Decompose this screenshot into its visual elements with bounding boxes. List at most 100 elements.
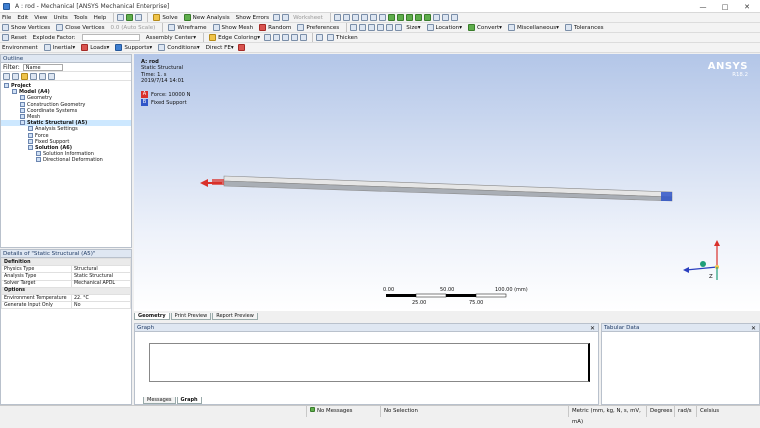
details-row[interactable]: Physics Type Structural	[1, 265, 131, 274]
select-point-icon[interactable]	[359, 24, 367, 31]
graphics-viewport[interactable]: A: rod Static Structural Time: 1. s 2019…	[134, 54, 760, 311]
supports-dropdown[interactable]: Supports ▾	[113, 43, 154, 52]
outline-item-icon[interactable]	[30, 72, 37, 80]
details-property-value[interactable]: No	[71, 301, 131, 310]
tab-report-preview[interactable]: Report Preview	[212, 313, 258, 320]
explode-factor-slider[interactable]	[81, 34, 140, 41]
edge-coloring-dropdown[interactable]: Edge Coloring ▾	[207, 33, 262, 42]
zoom-icon[interactable]	[360, 14, 368, 21]
details-row[interactable]: Generate Input Only No	[1, 301, 131, 310]
tabular-close-icon[interactable]: ✕	[751, 325, 756, 332]
new-analysis-button[interactable]: New Analysis	[182, 13, 232, 22]
expand-all-icon[interactable]	[3, 72, 10, 80]
layout-icon[interactable]	[450, 14, 458, 21]
thicken-button[interactable]: Thicken	[325, 33, 360, 42]
edge-thin-icon[interactable]	[291, 34, 299, 41]
worksheet-button[interactable]: Worksheet	[291, 13, 325, 22]
select-body-icon[interactable]	[395, 24, 403, 31]
pointer-icon[interactable]	[333, 14, 341, 21]
tolerances-button[interactable]: Tolerances	[563, 23, 606, 32]
solve-button[interactable]: Solve	[151, 13, 179, 22]
menu-file[interactable]: File	[0, 13, 13, 22]
status-units[interactable]: Metric (mm, kg, N, s, mV, mA)	[568, 406, 646, 425]
open-icon[interactable]	[117, 14, 125, 21]
commands-icon[interactable]	[237, 44, 245, 51]
show-vertices-button[interactable]: Show Vertices	[0, 23, 52, 32]
menu-view[interactable]: View	[32, 13, 49, 22]
minimize-button[interactable]: —	[692, 0, 714, 13]
front-view-icon[interactable]	[396, 14, 404, 21]
details-property-value[interactable]: Structural	[71, 265, 131, 274]
select-vertex-icon[interactable]	[368, 24, 376, 31]
details-row[interactable]: Analysis Type Static Structural	[1, 272, 131, 281]
size-dropdown[interactable]: Size ▾	[404, 23, 422, 32]
probe-icon[interactable]	[316, 34, 324, 41]
bottom-view-icon[interactable]	[423, 14, 431, 21]
details-row[interactable]: Solver Target Mechanical APDL	[1, 279, 131, 288]
miscellaneous-dropdown[interactable]: Miscellaneous ▾	[506, 23, 561, 32]
edge-hidden-icon[interactable]	[300, 34, 308, 41]
edge-thick-icon[interactable]	[282, 34, 290, 41]
tab-messages[interactable]: Messages	[143, 397, 176, 404]
reset-button[interactable]: Reset	[0, 33, 29, 42]
menu-help[interactable]: Help	[92, 13, 109, 22]
graph-icon[interactable]	[273, 14, 281, 21]
maximize-button[interactable]: □	[714, 0, 736, 13]
menu-units[interactable]: Units	[52, 13, 70, 22]
details-property-value[interactable]: Static Structural	[71, 272, 131, 281]
outline-filter-icon[interactable]	[39, 72, 46, 80]
wireframe-button[interactable]: Wireframe	[166, 23, 208, 32]
menu-edit[interactable]: Edit	[15, 13, 30, 22]
top-view-icon[interactable]	[405, 14, 413, 21]
filter-dropdown[interactable]: Name	[22, 63, 63, 71]
tree-item-label: Fixed Support	[35, 138, 70, 145]
status-temperature-unit[interactable]: Celsius	[696, 406, 760, 417]
details-property-value[interactable]: Mechanical APDL	[71, 279, 131, 288]
table-icon[interactable]	[282, 14, 290, 21]
convert-dropdown[interactable]: Convert ▾	[466, 23, 504, 32]
status-rate-unit[interactable]: rad/s	[674, 406, 696, 417]
details-row[interactable]: Environment Temperature 22. °C	[1, 293, 131, 303]
edge-style-icon[interactable]	[264, 34, 272, 41]
iso-view-icon[interactable]	[387, 14, 395, 21]
outline-search-icon[interactable]	[48, 72, 55, 80]
location-dropdown[interactable]: Location ▾	[425, 23, 464, 32]
rotate-icon[interactable]	[342, 14, 350, 21]
auto-scale-value[interactable]: 0.0 (Auto Scale)	[109, 23, 158, 32]
tab-print-preview[interactable]: Print Preview	[170, 313, 212, 320]
loads-dropdown[interactable]: Loads ▾	[79, 43, 111, 52]
edge-display-icon[interactable]	[273, 34, 281, 41]
details-property-label: Analysis Type	[1, 272, 72, 281]
select-icon[interactable]	[350, 24, 358, 31]
random-button[interactable]: Random	[257, 23, 293, 32]
assembly-center-dropdown[interactable]: Assembly Center ▾	[144, 33, 198, 42]
previous-view-icon[interactable]	[432, 14, 440, 21]
details-property-value[interactable]: 22. °C	[71, 293, 131, 303]
pan-icon[interactable]	[351, 14, 359, 21]
conditions-dropdown[interactable]: Conditions ▾	[156, 43, 201, 52]
tab-geometry[interactable]: Geometry	[134, 313, 170, 320]
status-angle-unit[interactable]: Degrees	[646, 406, 674, 417]
collapse-all-icon[interactable]	[12, 72, 19, 80]
tree-item[interactable]: Directional Deformation	[1, 157, 131, 163]
select-face-icon[interactable]	[386, 24, 394, 31]
show-mesh-button[interactable]: Show Mesh	[211, 23, 256, 32]
status-messages[interactable]: No Messages	[306, 406, 380, 417]
print-icon[interactable]	[135, 14, 143, 21]
menu-tools[interactable]: Tools	[72, 13, 90, 22]
close-vertices-button[interactable]: Close Vertices	[54, 23, 106, 32]
select-edge-icon[interactable]	[377, 24, 385, 31]
preferences-button[interactable]: Preferences	[295, 23, 341, 32]
check-icon[interactable]	[126, 14, 134, 21]
inertial-dropdown[interactable]: Inertial ▾	[42, 43, 77, 52]
folder-icon[interactable]	[21, 72, 28, 80]
box-zoom-icon[interactable]	[369, 14, 377, 21]
close-button[interactable]: ✕	[736, 0, 758, 13]
tab-graph[interactable]: Graph	[176, 397, 202, 404]
show-errors-button[interactable]: Show Errors	[234, 13, 271, 22]
fit-icon[interactable]	[378, 14, 386, 21]
direct-fe-dropdown[interactable]: Direct FE ▾	[204, 43, 236, 52]
side-view-icon[interactable]	[414, 14, 422, 21]
graph-close-icon[interactable]: ✕	[590, 325, 595, 332]
next-view-icon[interactable]	[441, 14, 449, 21]
